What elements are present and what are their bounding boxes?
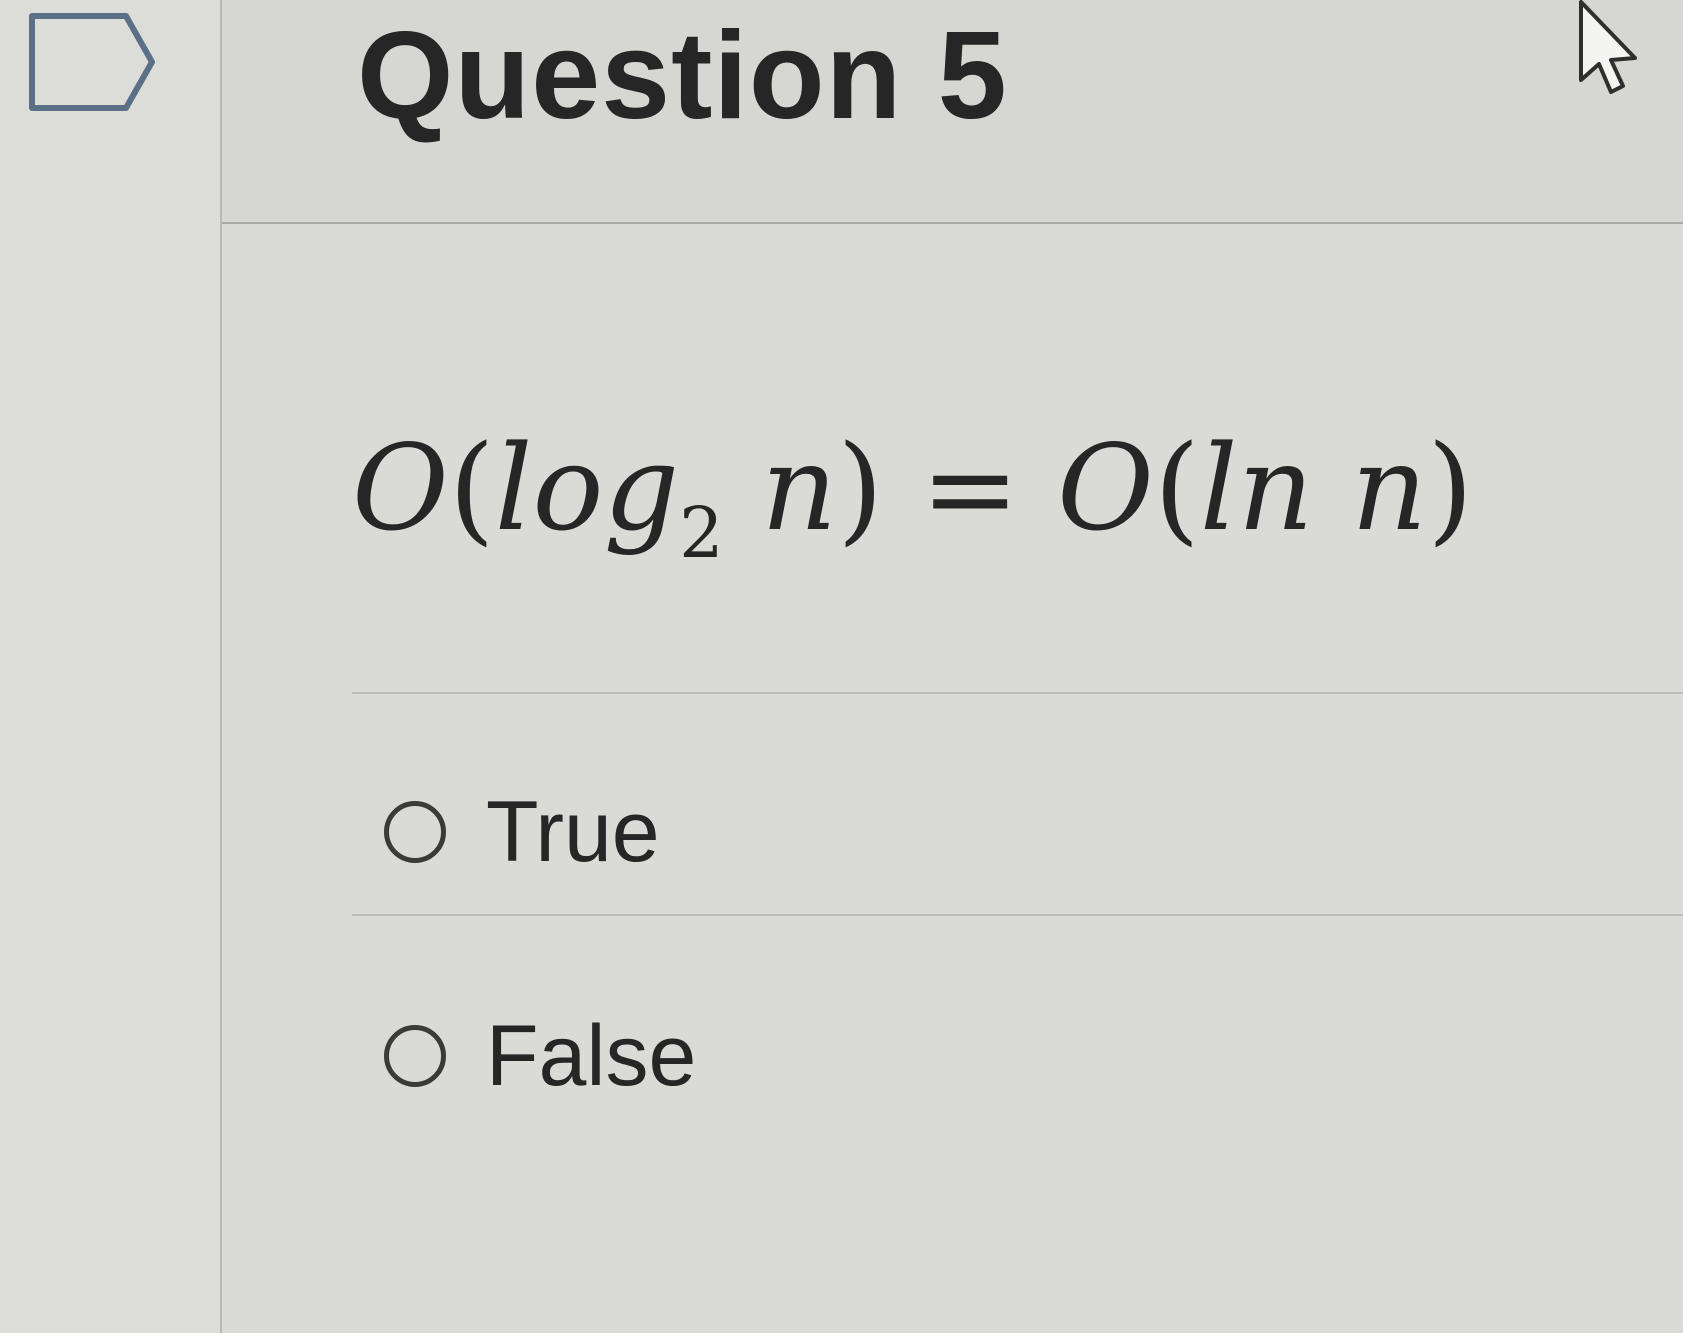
question-title: Question 5	[357, 7, 1008, 145]
equals-sign: =	[883, 419, 1058, 557]
open-paren: (	[1153, 419, 1200, 557]
close-paren: )	[837, 419, 884, 557]
open-paren: (	[448, 419, 495, 557]
log-function: log	[494, 419, 680, 557]
answer-option-false[interactable]: False	[384, 1013, 696, 1099]
question-gutter	[0, 0, 222, 1333]
close-paren: )	[1427, 419, 1474, 557]
question-header: Question 5	[222, 0, 1683, 224]
flag-question-icon[interactable]	[28, 12, 158, 112]
big-o-symbol: O	[1057, 419, 1154, 557]
radio-button-icon[interactable]	[384, 801, 446, 863]
log-base: 2	[679, 492, 724, 574]
ln-function: ln	[1199, 419, 1314, 557]
answer-label-false: False	[486, 1008, 697, 1104]
answer-divider	[352, 914, 1683, 916]
variable-n: n	[1313, 419, 1428, 557]
answer-option-true[interactable]: True	[384, 789, 660, 875]
variable-n: n	[723, 419, 838, 557]
answer-label-true: True	[486, 784, 660, 880]
question-statement: O(log2 n) = O(ln n)	[352, 429, 1473, 568]
answer-divider	[352, 692, 1683, 694]
question-body: O(log2 n) = O(ln n) True False	[222, 224, 1683, 1333]
cursor-arrow-icon	[1579, 0, 1637, 94]
big-o-symbol: O	[352, 419, 449, 557]
radio-button-icon[interactable]	[384, 1025, 446, 1087]
